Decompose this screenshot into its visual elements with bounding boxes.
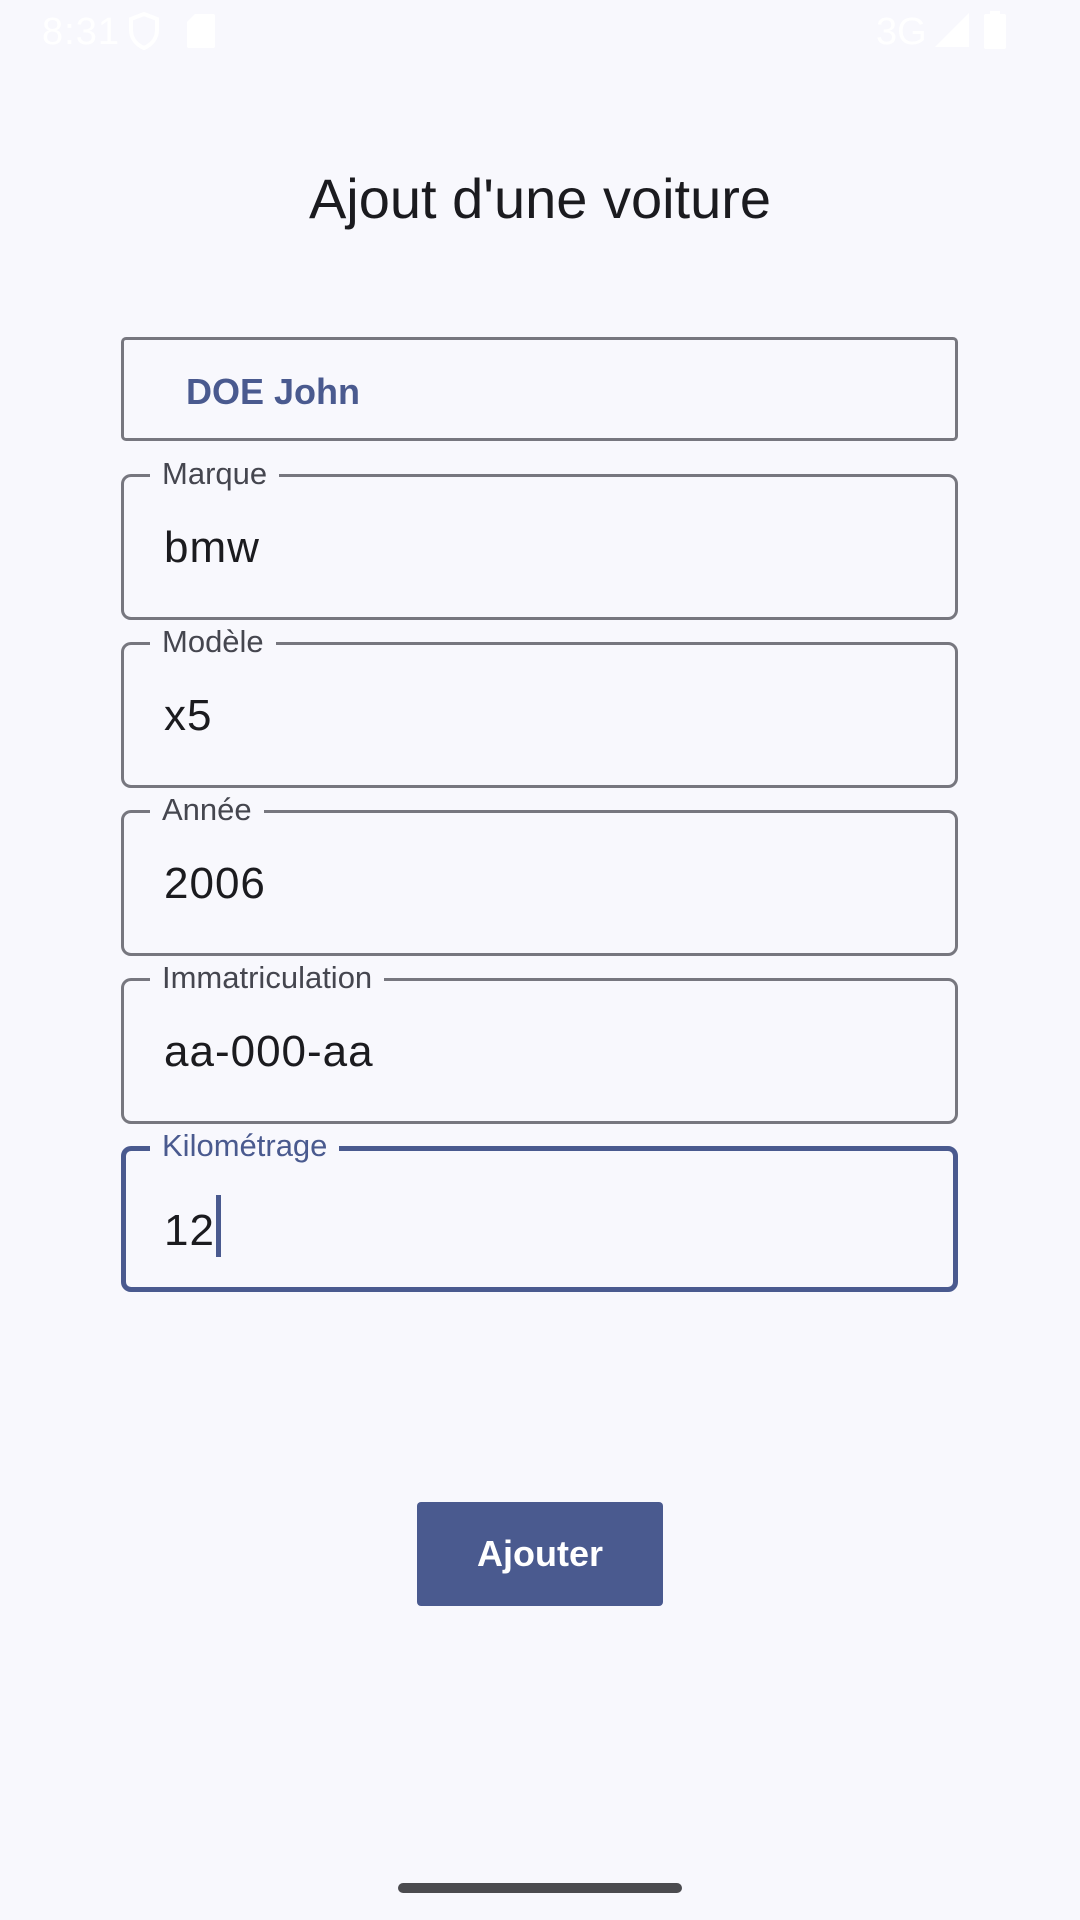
owner-selected-value: DOE John — [186, 371, 361, 412]
kilometrage-value: 12 — [164, 1206, 215, 1255]
home-indicator[interactable] — [398, 1883, 682, 1893]
network-type: 3G — [876, 11, 927, 53]
add-car-screen: 8:31 3G Ajout d'une voiture DOE John Mar… — [0, 0, 1080, 1920]
modele-label: Modèle — [150, 623, 276, 661]
marque-value: bmw — [164, 523, 260, 572]
marque-label: Marque — [150, 455, 280, 493]
annee-field[interactable]: Année 2006 — [121, 791, 958, 956]
annee-label: Année — [150, 791, 264, 829]
owner-select[interactable]: DOE John — [121, 337, 958, 441]
signal-icon — [935, 13, 969, 47]
add-button[interactable]: Ajouter — [417, 1502, 663, 1606]
sd-card-icon — [187, 14, 215, 48]
marque-field[interactable]: Marque bmw — [121, 455, 958, 620]
immatriculation-field[interactable]: Immatriculation aa-000-aa — [121, 959, 958, 1124]
text-cursor — [215, 1195, 221, 1257]
status-time: 8:31 — [42, 11, 120, 53]
page-title: Ajout d'une voiture — [308, 167, 772, 230]
shield-icon — [129, 12, 159, 50]
status-bar: 8:31 3G — [0, 0, 1080, 62]
annee-value: 2006 — [164, 859, 266, 908]
battery-icon — [984, 11, 1006, 49]
kilometrage-field[interactable]: Kilométrage 12 — [121, 1127, 958, 1292]
kilometrage-value-wrap: 12 — [164, 1195, 221, 1257]
modele-field[interactable]: Modèle x5 — [121, 623, 958, 788]
immatriculation-label: Immatriculation — [150, 959, 385, 997]
kilometrage-label: Kilométrage — [150, 1127, 340, 1165]
immatriculation-value: aa-000-aa — [164, 1027, 374, 1076]
modele-value: x5 — [164, 691, 213, 740]
